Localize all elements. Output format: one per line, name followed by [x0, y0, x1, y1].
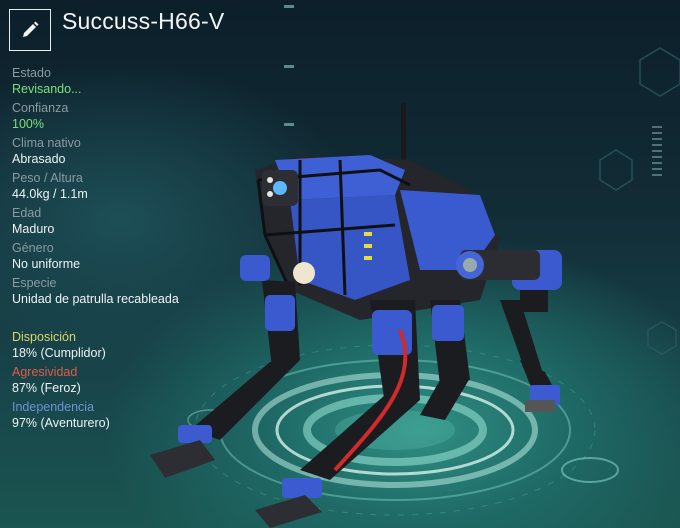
stat-label: Clima nativo — [12, 136, 81, 150]
hud-marker: ▬ — [284, 118, 294, 129]
trait-value: 18% (Cumplidor) — [12, 346, 106, 360]
stat-climate: Clima nativo Abrasado — [12, 136, 272, 167]
stat-label: Género — [12, 241, 54, 255]
stat-value: Revisando... — [12, 82, 82, 96]
trait-label: Agresividad — [12, 365, 78, 379]
creature-stats: Estado Revisando... Confianza 100% Clima… — [12, 66, 272, 311]
pencil-icon — [23, 21, 39, 37]
edit-name-button[interactable] — [9, 9, 51, 51]
creature-traits: Disposición 18% (Cumplidor) Agresividad … — [12, 330, 272, 435]
stat-label: Edad — [12, 206, 42, 220]
stat-label: Confianza — [12, 101, 69, 115]
creature-name[interactable]: Succuss-H66-V — [62, 8, 224, 35]
trait-aggression: Agresividad 87% (Feroz) — [12, 365, 272, 396]
stat-label: Peso / Altura — [12, 171, 83, 185]
hud-marker: ▬ — [284, 0, 294, 11]
trait-value: 97% (Aventurero) — [12, 416, 110, 430]
trait-independence: Independencia 97% (Aventurero) — [12, 400, 272, 431]
stat-status: Estado Revisando... — [12, 66, 272, 97]
stat-value: Maduro — [12, 222, 55, 236]
stat-weight-height: Peso / Altura 44.0kg / 1.1m — [12, 171, 272, 202]
trait-label: Disposición — [12, 330, 76, 344]
stat-trust: Confianza 100% — [12, 101, 272, 132]
stat-label: Especie — [12, 276, 57, 290]
stat-value: No uniforme — [12, 257, 81, 271]
trait-value: 87% (Feroz) — [12, 381, 81, 395]
hud-marker: ▬ — [284, 60, 294, 71]
stat-value: Abrasado — [12, 152, 66, 166]
stat-gender: Género No uniforme — [12, 241, 272, 272]
stat-age: Edad Maduro — [12, 206, 272, 237]
trait-label: Independencia — [12, 400, 95, 414]
stat-species: Especie Unidad de patrulla recableada — [12, 276, 272, 307]
stat-label: Estado — [12, 66, 51, 80]
stat-value: Unidad de patrulla recableada — [12, 292, 179, 306]
stat-value: 44.0kg / 1.1m — [12, 187, 88, 201]
trait-disposition: Disposición 18% (Cumplidor) — [12, 330, 272, 361]
stat-value: 100% — [12, 117, 44, 131]
